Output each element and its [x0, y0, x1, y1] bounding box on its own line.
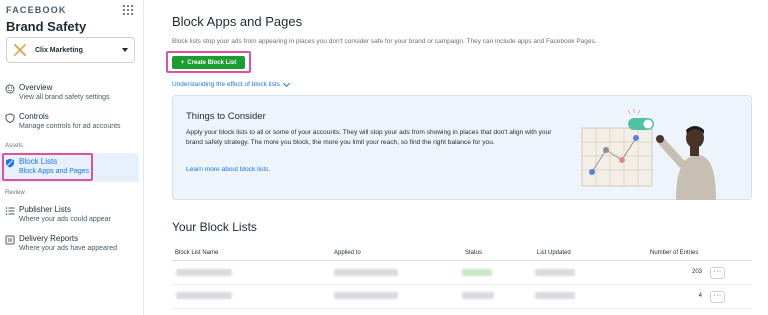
redacted-updated	[535, 292, 575, 299]
column-header-list-updated: List Updated	[537, 250, 571, 256]
things-to-consider-card: Things to Consider Apply your block list…	[172, 95, 752, 200]
sidebar: FACEBOOK Brand Safety Clix Marketing Ove…	[0, 0, 144, 315]
highlight-outline	[2, 153, 93, 181]
block-list-illustration	[581, 109, 716, 200]
sidebar-item-overview[interactable]: Overview View all brand safety settings	[0, 83, 138, 103]
redacted-name	[176, 269, 232, 276]
sidebar-item-subtitle: Manage controls for ad accounts	[19, 123, 121, 130]
sidebar-item-title: Delivery Reports	[19, 234, 79, 243]
column-header-applied-to: Applied to	[334, 250, 361, 256]
sidebar-item-subtitle: Where your ads have appeared	[19, 245, 118, 252]
chevron-down-icon	[282, 79, 290, 87]
entries-count: 203	[691, 269, 702, 275]
shield-icon	[5, 113, 15, 123]
plus-icon: +	[180, 59, 185, 66]
account-selector[interactable]: Clix Marketing	[6, 37, 135, 63]
list-icon	[5, 207, 15, 215]
account-name: Clix Marketing	[35, 46, 83, 54]
redacted-applied-to	[334, 292, 398, 299]
account-logo-icon	[13, 43, 27, 57]
page-title: Block Apps and Pages	[172, 14, 303, 29]
your-block-lists-title: Your Block Lists	[172, 220, 257, 234]
redacted-name	[176, 292, 232, 299]
section-label-assets: Assets	[5, 143, 24, 149]
facebook-brand-label: FACEBOOK	[6, 5, 67, 15]
more-options-button[interactable]: ···	[710, 267, 725, 279]
column-header-name: Block List Name	[175, 250, 219, 256]
understanding-link-label: Understanding the effect of block lists	[172, 81, 280, 88]
table-header: Block List Name Applied to Status List U…	[172, 246, 752, 261]
sidebar-item-title: Overview	[19, 83, 53, 92]
section-label-review: Review	[5, 190, 25, 196]
sidebar-title: Brand Safety	[6, 19, 87, 34]
sidebar-item-subtitle: View all brand safety settings	[19, 94, 110, 101]
page-description: Block lists stop your ads from appearing…	[172, 38, 597, 45]
report-icon	[5, 235, 15, 245]
sidebar-item-title: Controls	[19, 112, 49, 121]
create-block-list-button[interactable]: + Create Block List	[172, 56, 245, 69]
learn-more-link[interactable]: Learn more about block lists.	[186, 166, 270, 173]
sidebar-item-subtitle: Where your ads could appear	[19, 216, 111, 223]
understanding-effect-link[interactable]: Understanding the effect of block lists	[172, 79, 290, 88]
apps-grid-icon[interactable]	[123, 5, 133, 15]
table-row[interactable]: 4 ···	[172, 285, 752, 309]
sidebar-item-title: Publisher Lists	[19, 205, 72, 214]
overview-icon	[5, 84, 15, 94]
redacted-status	[462, 269, 492, 276]
column-header-status: Status	[465, 250, 483, 256]
main-content: Block Apps and Pages Block lists stop yo…	[145, 0, 768, 315]
chevron-down-icon	[122, 48, 128, 52]
sidebar-item-delivery-reports[interactable]: Delivery Reports Where your ads have app…	[0, 234, 138, 254]
table-row[interactable]: 203 ···	[172, 261, 752, 285]
column-header-entries: Number of Entries	[650, 250, 699, 256]
redacted-updated	[535, 269, 575, 276]
more-options-button[interactable]: ···	[710, 291, 725, 303]
redacted-applied-to	[334, 269, 398, 276]
redacted-status	[462, 292, 494, 299]
card-body: Apply your block lists to all or some of…	[186, 129, 552, 146]
sidebar-item-publisher-lists[interactable]: Publisher Lists Where your ads could app…	[0, 205, 138, 225]
entries-count: 4	[698, 293, 702, 299]
sidebar-item-controls[interactable]: Controls Manage controls for ad accounts	[0, 112, 138, 132]
create-block-list-label: Create Block List	[187, 59, 237, 66]
card-title: Things to Consider	[186, 111, 266, 122]
